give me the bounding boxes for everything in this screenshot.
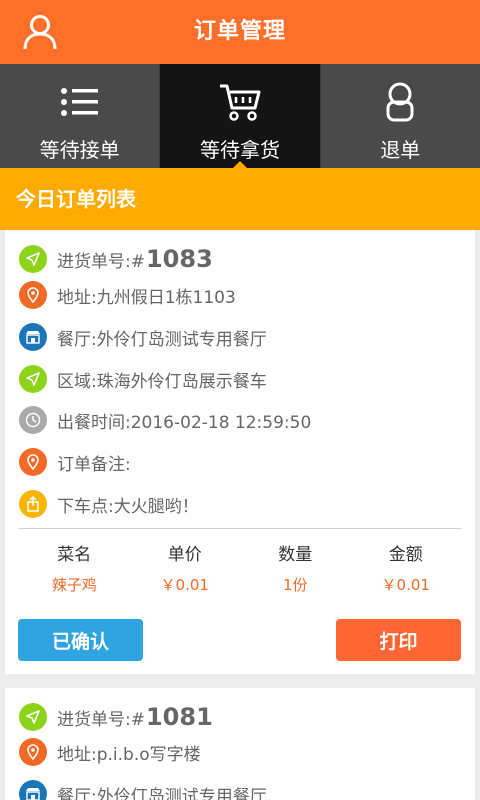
item-amount: ￥0.01 [381,576,430,594]
section-title: 今日订单列表 [0,168,480,230]
tab-waiting-pickup[interactable]: 等待拿货 [159,64,320,169]
restaurant-text: 餐厅:外伶仃岛测试专用餐厅 [57,329,267,350]
location-pin-icon [19,448,47,476]
order-number-label: 进货单号:# [57,709,145,730]
address-row: 地址:p.i.b.o写字楼 [19,737,201,767]
print-button[interactable]: 打印 [336,619,461,661]
item-name: 辣子鸡 [51,576,97,594]
share-icon [19,490,47,518]
restaurant-row: 餐厅:外伶仃岛测试专用餐厅 [19,322,267,352]
navigation-icon [19,703,47,731]
column-header-name: 菜名 [57,545,92,565]
order-number: 1081 [145,703,213,731]
restaurant-text: 餐厅:外伶仃岛测试专用餐厅 [57,786,267,800]
app-header: 订单管理 [0,0,480,64]
tab-returns[interactable]: 退单 [319,64,480,168]
column-header-price: 单价 [167,545,202,565]
divider [19,528,461,529]
tab-label: 退单 [380,138,421,162]
order-number-row: 进货单号:# 1083 [19,244,213,274]
meal-time-row: 出餐时间:2016-02-18 12:59:50 [19,405,311,435]
remark-row: 订单备注: [19,447,131,477]
order-number: 1083 [145,245,213,273]
page-title: 订单管理 [193,19,286,44]
area-text: 区域:珠海外伶仃岛展示餐车 [57,371,267,392]
tab-label: 等待拿货 [199,138,280,162]
meal-time-text: 出餐时间:2016-02-18 12:59:50 [57,412,312,433]
cart-icon [218,82,262,122]
restaurant-row: 餐厅:外伶仃岛测试专用餐厅 [19,779,267,800]
table-row: 辣子鸡 ￥0.01 1份 ￥0.01 [19,574,461,595]
navigation-icon [19,365,47,393]
address-text: 地址:p.i.b.o写字楼 [57,744,201,765]
order-card: 进货单号:# 1083 地址:九州假日1栋1103 餐厅:外伶仃岛测试专用餐厅 … [5,230,475,674]
status-tabs: 等待接单 等待拿货 退单 [0,64,480,169]
confirmed-button[interactable]: 已确认 [18,619,143,661]
address-text: 地址:九州假日1栋1103 [57,287,236,308]
items-table-header: 菜名 单价 数量 金额 [19,540,461,565]
column-header-amount: 金额 [388,545,423,565]
column-header-qty: 数量 [278,545,313,565]
order-card: 进货单号:# 1081 地址:p.i.b.o写字楼 餐厅:外伶仃岛测试专用餐厅 [5,688,475,800]
location-pin-icon [19,281,47,309]
order-management-screen: 订单管理 等待接单 等待拿货 退单 今日订单列表 进货单号:# 1083 地址:… [0,0,480,800]
item-price: ￥0.01 [160,576,209,594]
item-qty: 1份 [282,576,308,594]
tab-waiting-accept[interactable]: 等待接单 [0,64,159,168]
restaurant-icon [19,323,47,351]
order-number-label: 进货单号:# [57,251,145,272]
list-icon [60,82,100,122]
restaurant-icon [19,780,47,800]
return-icon [385,82,415,122]
dropoff-text: 下车点:大火腿哟！ [57,496,199,517]
clock-icon [19,406,47,434]
location-pin-icon [19,738,47,766]
remark-text: 订单备注: [57,454,131,475]
navigation-icon [19,245,47,273]
address-row: 地址:九州假日1栋1103 [19,280,236,310]
tab-label: 等待接单 [39,138,120,162]
order-number-row: 进货单号:# 1081 [19,702,213,732]
dropoff-row: 下车点:大火腿哟！ [19,489,199,519]
area-row: 区域:珠海外伶仃岛展示餐车 [19,364,267,394]
